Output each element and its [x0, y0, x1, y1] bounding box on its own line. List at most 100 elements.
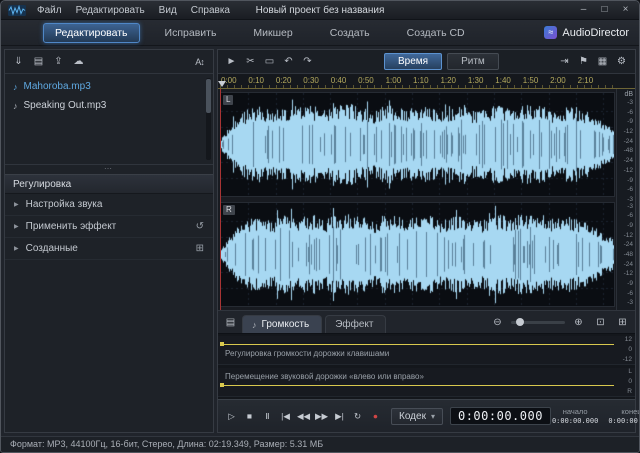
panel-resize-handle[interactable]: ⋯	[5, 164, 213, 174]
ruler-tick: 1:40	[495, 76, 511, 85]
close-button[interactable]: ×	[615, 2, 636, 18]
maximize-button[interactable]: □	[594, 2, 615, 18]
history-icon[interactable]: ↺	[196, 221, 204, 232]
pause-button[interactable]: Ⅱ	[259, 407, 276, 425]
db-label: -6	[627, 289, 633, 297]
titlebar: Файл Редактировать Вид Справка Новый про…	[1, 1, 639, 20]
volume-automation-line[interactable]	[220, 344, 614, 345]
fast-forward-button[interactable]: ▶▶	[313, 407, 330, 425]
app-logo-icon	[8, 4, 26, 16]
menu-file[interactable]: Файл	[30, 5, 69, 16]
minimize-button[interactable]: –	[573, 2, 594, 18]
keyboard-icon[interactable]: ▦	[594, 53, 611, 70]
lane-scale-label: 12	[624, 336, 632, 343]
waveform-canvas-right[interactable]	[221, 203, 614, 306]
menu-view[interactable]: Вид	[152, 5, 184, 16]
db-scale-right-channel: -3 -6 -9 -12 -24 -48 -24 -12 -9 -6 -3	[617, 203, 633, 308]
volume-automation-point[interactable]	[220, 342, 224, 346]
adjust-item-sound-setup[interactable]: ▶ Настройка звука	[5, 194, 213, 216]
window-title: Новый проект без названия	[255, 4, 385, 16]
waveform-channel-left[interactable]: L	[220, 92, 615, 197]
add-preset-icon[interactable]: ⊞	[196, 243, 204, 254]
eraser-icon[interactable]: ▭	[261, 53, 278, 70]
lane-label: Перемещение звуковой дорожки «влево или …	[225, 372, 424, 381]
ruler-tick: 1:10	[413, 76, 429, 85]
undo-icon[interactable]: ↶	[280, 53, 297, 70]
playhead-marker[interactable]	[218, 81, 226, 87]
file-row-speaking-out[interactable]: ♪ Speaking Out.mp3	[5, 96, 213, 115]
tab-mixer[interactable]: Микшер	[241, 23, 304, 43]
transport-buttons: ▷ ■ Ⅱ |◀ ◀◀ ▶▶ ▶| ↻ ●	[223, 407, 384, 425]
db-label: -12	[623, 231, 633, 239]
go-to-start-button[interactable]: |◀	[277, 407, 294, 425]
db-label: -12	[623, 166, 633, 174]
transport-bar: ▷ ■ Ⅱ |◀ ◀◀ ▶▶ ▶| ↻ ● Кодек ▾ 0:00:00.000 начало…	[218, 399, 639, 432]
zoom-selection-icon[interactable]: ⊞	[614, 314, 631, 331]
zoom-slider[interactable]	[511, 317, 565, 326]
pan-automation-point[interactable]	[220, 383, 224, 387]
scissors-icon[interactable]: ✂	[242, 53, 259, 70]
channel-label-left: L	[223, 95, 234, 105]
waveform-area: L R dB -3 -6 -9 -12 -24 -48 -24 -12 -9 -6 -3 -3 -6-…	[218, 89, 635, 310]
adjust-item-label: Применить эффект	[25, 221, 117, 232]
time-mode-button[interactable]: Время	[384, 53, 443, 70]
db-label: -9	[627, 280, 633, 287]
zoom-slider-knob[interactable]	[516, 317, 524, 326]
play-button[interactable]: ▷	[223, 407, 240, 425]
tab-restore[interactable]: Исправить	[153, 23, 229, 43]
marker-icon[interactable]: ⚑	[575, 53, 592, 70]
menu-help[interactable]: Справка	[184, 5, 237, 16]
zoom-fit-icon[interactable]: ⊡	[592, 314, 609, 331]
menu-edit[interactable]: Редактировать	[69, 5, 152, 16]
lane-options-icon[interactable]: ▤	[222, 314, 239, 331]
select-tool-icon[interactable]: ►	[223, 53, 240, 70]
file-row-mahoroba[interactable]: ♪ Mahoroba.mp3	[5, 77, 213, 96]
stop-button[interactable]: ■	[241, 407, 258, 425]
ruler-tick: 1:20	[440, 76, 457, 85]
selection-range: начало 0:00:00.000 конец 0:00:00.000	[552, 407, 639, 425]
beat-mode-button[interactable]: Ритм	[447, 53, 499, 70]
tab-edit[interactable]: Редактировать	[43, 22, 140, 43]
file-list-scrollbar[interactable]	[206, 78, 211, 160]
record-button[interactable]: ●	[367, 407, 384, 425]
music-note-icon: ♪	[13, 100, 18, 111]
waveform-canvas-left[interactable]	[221, 93, 614, 196]
chevron-right-icon: ▶	[14, 202, 19, 208]
chevron-right-icon: ▶	[14, 246, 19, 252]
cloud-icon[interactable]: ☁	[70, 53, 87, 70]
import-media-icon[interactable]: ⇓	[10, 53, 27, 70]
window-controls: – □ ×	[573, 1, 636, 19]
db-scale-left-channel: -3 -6 -9 -12 -24 -48 -24 -12 -9 -6 -3	[617, 99, 633, 204]
pan-automation-lane[interactable]: Перемещение звуковой дорожки «влево или …	[218, 368, 635, 397]
waveform-channel-right[interactable]: R	[220, 202, 615, 307]
db-label: -6	[627, 212, 633, 220]
adjust-item-created[interactable]: ▶ Созданные ⊞	[5, 238, 213, 260]
loop-button[interactable]: ↻	[349, 407, 366, 425]
trim-icon[interactable]: ⇥	[556, 53, 573, 70]
codec-button[interactable]: Кодек ▾	[391, 407, 443, 425]
volume-automation-lane[interactable]: Регулировка громкости дорожки клавишами …	[218, 336, 635, 365]
pan-automation-line[interactable]	[220, 385, 614, 386]
time-display: 0:00:00.000	[449, 407, 551, 425]
tab-produce[interactable]: Создать	[318, 23, 382, 43]
tab-label: Громкость	[261, 319, 310, 330]
go-to-end-button[interactable]: ▶|	[331, 407, 348, 425]
import-folder-icon[interactable]: ▤	[30, 53, 47, 70]
tab-volume[interactable]: ♪ Громкость	[242, 315, 323, 333]
settings-icon[interactable]: ⚙	[613, 53, 630, 70]
adjust-panel-title: Регулировка	[5, 174, 213, 194]
timeline-ruler[interactable]: 0:00 0:10 0:20 0:30 0:40 0:50 1:00 1:10 1:20 1:30…	[218, 74, 635, 89]
automation-lanes: Регулировка громкости дорожки клавишами …	[218, 333, 635, 399]
export-icon[interactable]: ⇪	[50, 53, 67, 70]
tab-create-cd[interactable]: Создать CD	[395, 23, 477, 43]
rewind-button[interactable]: ◀◀	[295, 407, 312, 425]
redo-icon[interactable]: ↷	[299, 53, 316, 70]
sort-icon[interactable]: A↕	[191, 53, 208, 70]
db-label: -9	[627, 221, 633, 229]
adjust-item-apply-effect[interactable]: ▶ Применить эффект ↺	[5, 216, 213, 238]
ruler-tick: 2:00	[550, 76, 566, 85]
zoom-out-icon[interactable]: ⊖	[489, 314, 506, 331]
tab-effect[interactable]: Эффект	[325, 315, 387, 333]
scrollbar-thumb[interactable]	[206, 79, 211, 113]
zoom-in-icon[interactable]: ⊕	[570, 314, 587, 331]
